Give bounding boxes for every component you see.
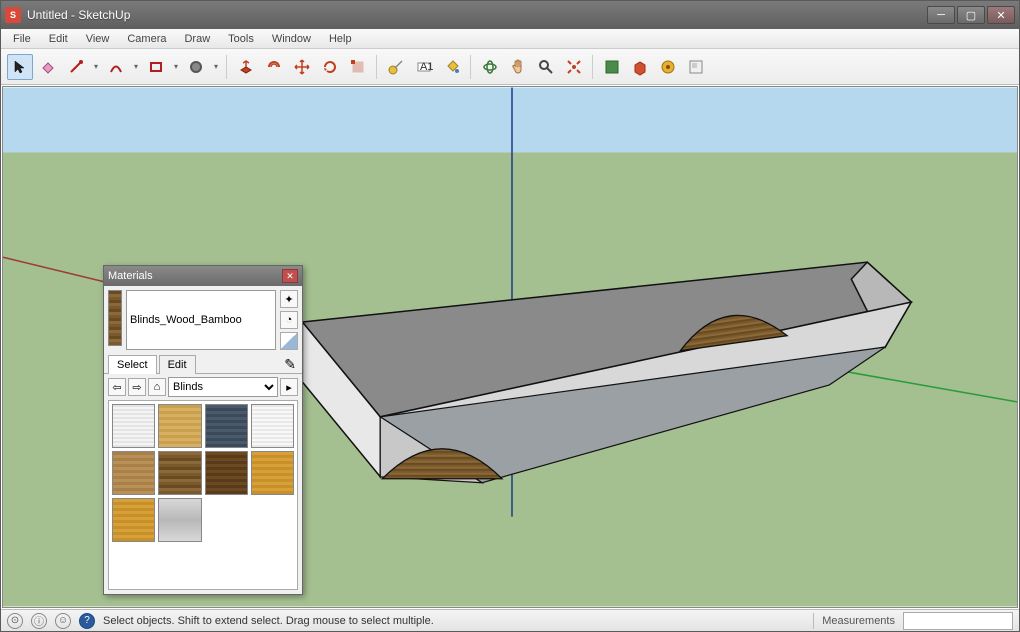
select-tool[interactable] [7, 54, 33, 80]
toolbar-separator [592, 55, 594, 79]
circle-tool[interactable] [183, 54, 209, 80]
viewport-3d[interactable]: Materials ✕ ✦ ◔ Select Edit ✎ ⇦ [2, 86, 1018, 608]
material-swatch-4[interactable] [112, 451, 155, 495]
material-swatch-2[interactable] [205, 404, 248, 448]
credits-icon[interactable]: ⓘ [31, 613, 47, 629]
sample-paint-button[interactable]: ◔ [280, 311, 298, 329]
material-swatch-3[interactable] [251, 404, 294, 448]
user-icon[interactable]: ☺ [55, 613, 71, 629]
rectangle-tool-dropdown[interactable]: ▾ [171, 62, 181, 71]
materials-forward-button[interactable]: ⇨ [128, 378, 146, 396]
materials-home-button[interactable]: ⌂ [148, 378, 166, 396]
rectangle-tool[interactable] [143, 54, 169, 80]
titlebar[interactable]: S Untitled - SketchUp ─ ▢ ✕ [1, 1, 1019, 29]
material-swatch-7[interactable] [251, 451, 294, 495]
menu-edit[interactable]: Edit [41, 31, 76, 47]
circle-tool-dropdown[interactable]: ▾ [211, 62, 221, 71]
material-swatch-9[interactable] [158, 498, 201, 542]
push-pull-tool[interactable] [233, 54, 259, 80]
toolbar-separator [470, 55, 472, 79]
line-tool-dropdown[interactable]: ▾ [91, 62, 101, 71]
material-swatch-1[interactable] [158, 404, 201, 448]
measurements-input[interactable] [903, 612, 1013, 630]
sky [3, 88, 1017, 153]
materials-grid [108, 400, 298, 590]
add-location-tool[interactable] [599, 54, 625, 80]
extension-warehouse-tool[interactable] [655, 54, 681, 80]
menu-tools[interactable]: Tools [220, 31, 262, 47]
offset-tool[interactable] [261, 54, 287, 80]
eyedropper-icon[interactable]: ✎ [284, 356, 296, 373]
materials-panel[interactable]: Materials ✕ ✦ ◔ Select Edit ✎ ⇦ [103, 265, 303, 595]
menu-draw[interactable]: Draw [176, 31, 218, 47]
toolbar-separator [376, 55, 378, 79]
window-title: Untitled - SketchUp [27, 8, 927, 22]
statusbar: ⊙ ⓘ ☺ ? Select objects. Shift to extend … [1, 609, 1019, 631]
zoom-extents-tool[interactable] [561, 54, 587, 80]
material-swatch-8[interactable] [112, 498, 155, 542]
materials-details-button[interactable]: ▸ [280, 378, 298, 396]
toolbar-separator [226, 55, 228, 79]
current-material-swatch[interactable] [108, 290, 122, 346]
menu-window[interactable]: Window [264, 31, 319, 47]
minimize-button[interactable]: ─ [927, 6, 955, 24]
separator [813, 613, 814, 629]
toolbar: ▾ ▾ ▾ ▾ A1 [1, 49, 1019, 85]
materials-tab-edit[interactable]: Edit [159, 355, 196, 374]
menu-camera[interactable]: Camera [119, 31, 174, 47]
arc-tool-dropdown[interactable]: ▾ [131, 62, 141, 71]
pan-tool[interactable] [505, 54, 531, 80]
geo-location-icon[interactable]: ⊙ [7, 613, 23, 629]
menu-view[interactable]: View [78, 31, 118, 47]
tape-measure-tool[interactable] [383, 54, 409, 80]
default-material-button[interactable] [280, 332, 298, 350]
orbit-tool[interactable] [477, 54, 503, 80]
materials-close-button[interactable]: ✕ [282, 269, 298, 283]
eraser-tool[interactable] [35, 54, 61, 80]
svg-text:A1: A1 [420, 61, 433, 73]
move-tool[interactable] [289, 54, 315, 80]
materials-panel-title: Materials [108, 270, 282, 282]
status-text: Select objects. Shift to extend select. … [103, 615, 805, 627]
menubar: FileEditViewCameraDrawToolsWindowHelp [1, 29, 1019, 49]
app-icon: S [5, 7, 21, 23]
line-tool[interactable] [63, 54, 89, 80]
maximize-button[interactable]: ▢ [957, 6, 985, 24]
materials-panel-titlebar[interactable]: Materials ✕ [104, 266, 302, 286]
app-window: S Untitled - SketchUp ─ ▢ ✕ FileEditView… [0, 0, 1020, 632]
help-icon[interactable]: ? [79, 613, 95, 629]
rotate-tool[interactable] [317, 54, 343, 80]
zoom-tool[interactable] [533, 54, 559, 80]
arc-tool[interactable] [103, 54, 129, 80]
close-button[interactable]: ✕ [987, 6, 1015, 24]
material-swatch-5[interactable] [158, 451, 201, 495]
3d-warehouse-tool[interactable] [627, 54, 653, 80]
create-material-button[interactable]: ✦ [280, 290, 298, 308]
layout-tool[interactable] [683, 54, 709, 80]
materials-back-button[interactable]: ⇦ [108, 378, 126, 396]
materials-tab-select[interactable]: Select [108, 355, 157, 374]
material-swatch-0[interactable] [112, 404, 155, 448]
materials-category-select[interactable]: Blinds [168, 377, 278, 397]
material-name-field[interactable] [126, 290, 276, 350]
scale-tool[interactable] [345, 54, 371, 80]
material-swatch-6[interactable] [205, 451, 248, 495]
text-tool[interactable]: A1 [411, 54, 437, 80]
menu-help[interactable]: Help [321, 31, 360, 47]
measurements-label: Measurements [822, 615, 895, 627]
paint-bucket-tool[interactable] [439, 54, 465, 80]
menu-file[interactable]: File [5, 31, 39, 47]
